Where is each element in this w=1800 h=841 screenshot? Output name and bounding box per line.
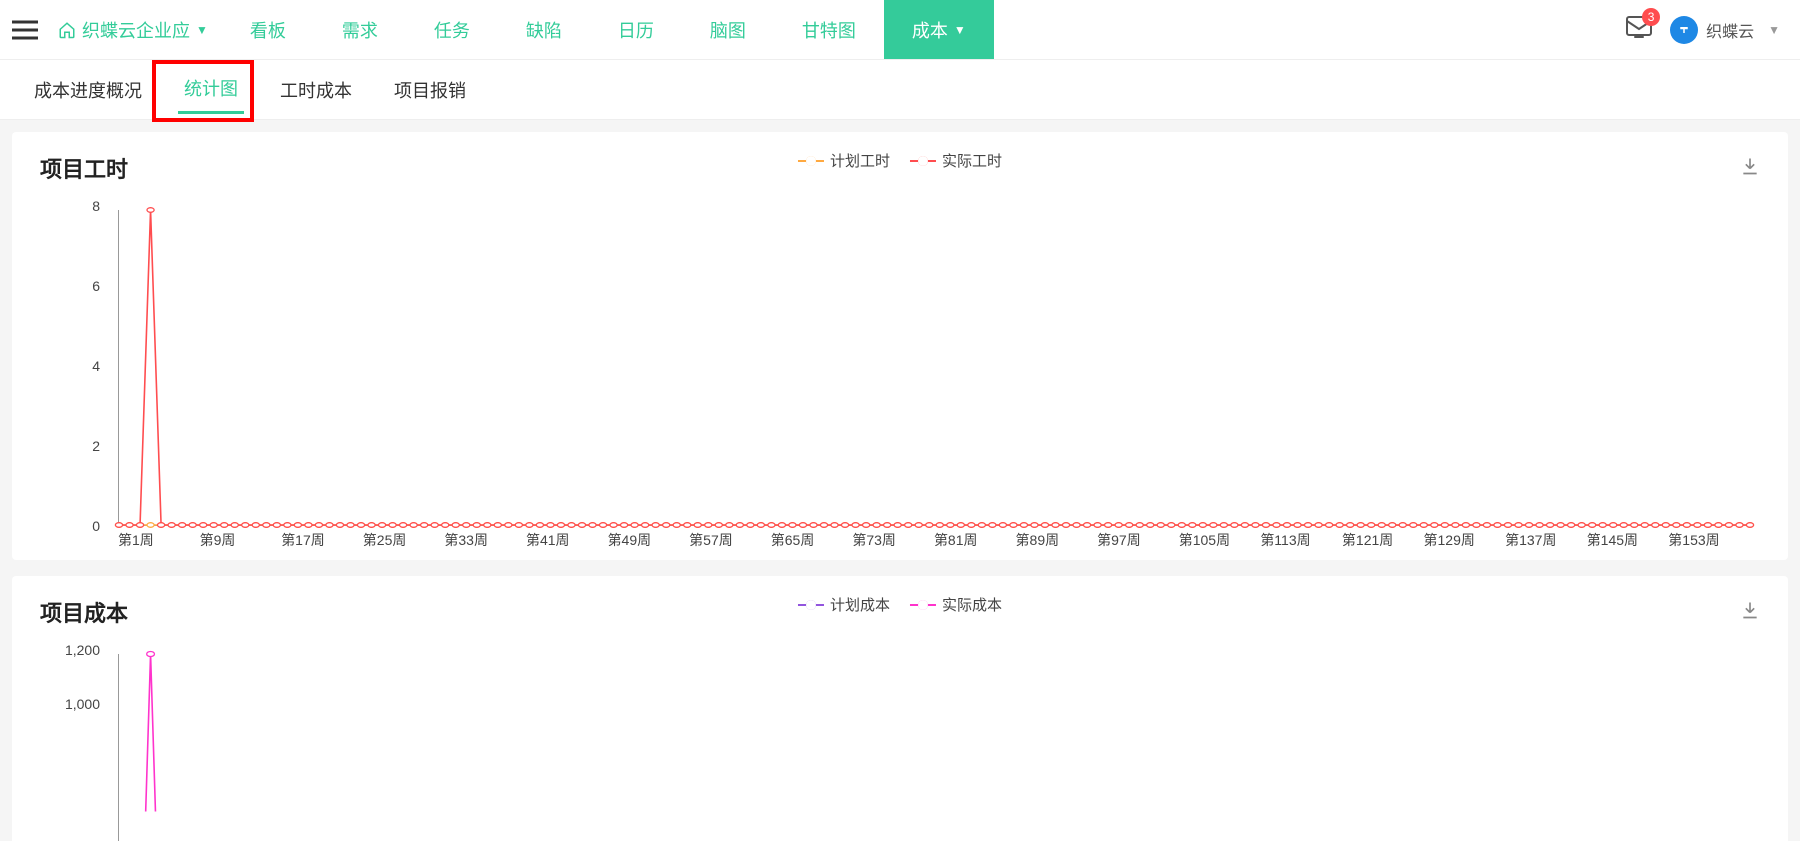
x-tick: 第17周 [281,530,363,556]
caret-icon: ▼ [954,23,966,37]
x-tick: 第137周 [1505,530,1587,556]
x-tick: 第49周 [608,530,690,556]
y-tick: 2 [92,438,100,454]
nav-kanban[interactable]: 看板 [222,0,314,59]
download-button[interactable] [1740,156,1760,181]
cost-subtabs: 成本进度概况 统计图 工时成本 项目报销 [0,60,1800,120]
x-tick: 第57周 [689,530,771,556]
subtab-stats[interactable]: 统计图 [178,65,244,114]
card-project-hours: 项目工时 计划工时 实际工时 02468 第1周第9周第17周第25周第33周第… [12,132,1788,560]
nav-cost[interactable]: 成本▼ [884,0,994,59]
inbox-badge: 3 [1642,8,1660,26]
legend-actual-hours[interactable]: 实际工时 [910,150,1002,171]
chart-project-cost: 1,2001,000 [40,650,1760,841]
y-tick: 0 [92,518,100,534]
legend-marker-icon [798,160,824,162]
hamburger-icon [12,20,38,40]
user-name: 织蝶云 [1706,18,1754,42]
x-axis: 第1周第9周第17周第25周第33周第41周第49周第57周第65周第73周第8… [118,530,1750,556]
plot-svg [119,654,1750,841]
home-icon [58,21,76,39]
legend-marker-icon [798,604,824,606]
avatar-icon [1670,16,1698,44]
card-title: 项目工时 [40,152,128,184]
nav-home-label: 织蝶云企业应 [82,17,190,43]
x-tick: 第113周 [1260,530,1342,556]
x-tick: 第121周 [1342,530,1424,556]
y-tick: 1,000 [65,696,100,712]
nav-gantt[interactable]: 甘特图 [774,0,884,59]
inbox-button[interactable]: 3 [1626,16,1652,43]
legend-marker-icon [910,160,936,162]
x-tick: 第145周 [1587,530,1669,556]
content-area: 项目工时 计划工时 实际工时 02468 第1周第9周第17周第25周第33周第… [0,120,1800,841]
chart1-legend: 计划工时 实际工时 [798,150,1002,171]
card-project-cost: 项目成本 计划成本 实际成本 1,2001,000 [12,576,1788,841]
x-tick: 第81周 [934,530,1016,556]
subtab-reimburse[interactable]: 项目报销 [388,67,472,113]
chart-project-hours: 02468 第1周第9周第17周第25周第33周第41周第49周第57周第65周… [40,206,1760,556]
y-tick: 8 [92,198,100,214]
legend-marker-icon [910,604,936,606]
caret-icon: ▼ [1768,23,1780,37]
x-tick: 第153周 [1668,530,1750,556]
x-tick: 第105周 [1179,530,1261,556]
x-tick: 第73周 [852,530,934,556]
x-tick: 第25周 [363,530,445,556]
download-icon [1740,156,1760,176]
x-tick: 第9周 [200,530,282,556]
caret-icon: ▼ [196,23,208,37]
x-tick: 第129周 [1424,530,1506,556]
plot-area [118,654,1750,841]
x-tick: 第97周 [1097,530,1179,556]
download-button[interactable] [1740,600,1760,625]
y-axis: 1,2001,000 [40,650,110,841]
y-tick: 1,200 [65,642,100,658]
y-tick: 6 [92,278,100,294]
main-nav: 织蝶云企业应 ▼ 看板 需求 任务 缺陷 日历 脑图 甘特图 成本▼ [50,0,994,59]
x-tick: 第33周 [444,530,526,556]
plot-svg [119,210,1750,525]
x-tick: 第41周 [526,530,608,556]
legend-actual-cost[interactable]: 实际成本 [910,594,1002,615]
x-tick: 第89周 [1016,530,1098,556]
nav-tasks[interactable]: 任务 [406,0,498,59]
chart2-legend: 计划成本 实际成本 [798,594,1002,615]
user-menu[interactable]: 织蝶云 ▼ [1670,16,1780,44]
nav-defects[interactable]: 缺陷 [498,0,590,59]
y-axis: 02468 [40,206,110,526]
nav-mindmap[interactable]: 脑图 [682,0,774,59]
plot-area [118,210,1750,526]
menu-toggle-button[interactable] [0,20,50,40]
top-bar: 织蝶云企业应 ▼ 看板 需求 任务 缺陷 日历 脑图 甘特图 成本▼ 3 织蝶云… [0,0,1800,60]
legend-plan-hours[interactable]: 计划工时 [798,150,890,171]
x-tick: 第65周 [771,530,853,556]
nav-home[interactable]: 织蝶云企业应 ▼ [50,0,222,59]
subtab-overview[interactable]: 成本进度概况 [28,67,148,113]
legend-plan-cost[interactable]: 计划成本 [798,594,890,615]
y-tick: 4 [92,358,100,374]
download-icon [1740,600,1760,620]
card-title: 项目成本 [40,596,128,628]
nav-requirements[interactable]: 需求 [314,0,406,59]
nav-calendar[interactable]: 日历 [590,0,682,59]
top-right: 3 织蝶云 ▼ [1626,16,1780,44]
x-tick: 第1周 [118,530,200,556]
subtab-hours-cost[interactable]: 工时成本 [274,67,358,113]
